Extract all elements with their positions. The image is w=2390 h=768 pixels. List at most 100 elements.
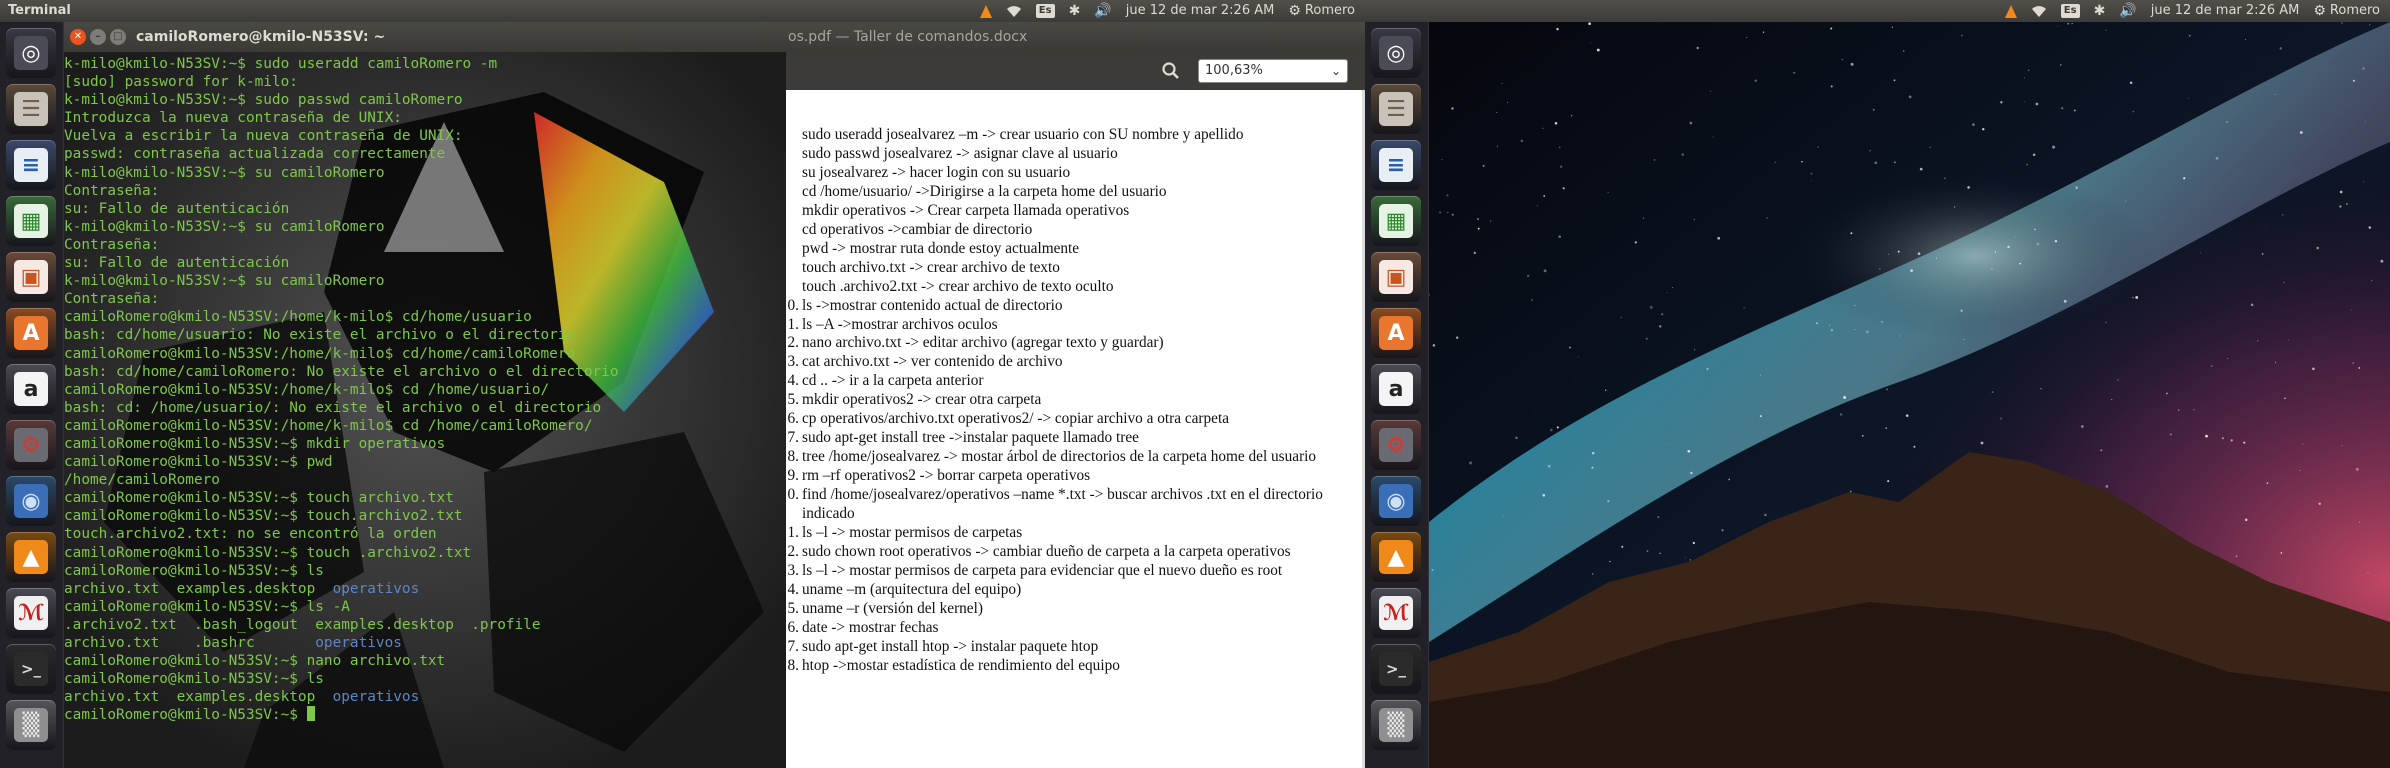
launcher-item-vlc-left[interactable]: ▲ <box>6 532 56 582</box>
terminal-line-text: camiloRomero@kmilo-N53SV:/home/k-milo$ c… <box>64 345 576 362</box>
list-item-text: touch .archivo2.txt -> crear archivo de … <box>802 277 1114 295</box>
vlc-indicator-icon[interactable] <box>979 4 992 18</box>
launcher-item-system-settings-left[interactable]: ⚙ <box>6 420 56 470</box>
terminal-line-text: archivo.txt examples.desktop <box>64 580 333 597</box>
list-item-text: ls ->mostrar contenido actual de directo… <box>802 296 1063 314</box>
shopping-bag-icon: A <box>14 316 48 350</box>
terminal-line-text: .archivo2.txt .bash_logout examples.desk… <box>64 616 541 633</box>
launcher-item-writer-left[interactable]: ≡ <box>6 140 56 190</box>
launcher-item-dash-home-right[interactable]: ◎ <box>1371 28 1421 78</box>
terminal-line: .archivo2.txt .bash_logout examples.desk… <box>64 616 786 634</box>
terminal-line-text: camiloRomero@kmilo-N53SV:~$ ls <box>64 671 324 688</box>
launcher-item-calc-right[interactable]: ▦ <box>1371 196 1421 246</box>
list-item: mkdir operativos -> Crear carpeta llamad… <box>786 202 1362 221</box>
launcher-item-software-center-left[interactable]: A <box>6 308 56 358</box>
launcher-item-writer-right[interactable]: ≡ <box>1371 140 1421 190</box>
launcher-right: ◎ ☰ ≡ ▦ ▣ Aa ⚙ ◉ ▲ ℳ >_ ▒ <box>1365 22 1429 768</box>
list-item-text: sudo apt-get install htop -> instalar pa… <box>802 637 1099 655</box>
document-titlebar[interactable]: os.pdf — Taller de comandos.docx <box>786 22 1365 52</box>
launcher-item-impress-left[interactable]: ▣ <box>6 252 56 302</box>
terminal-line-text: [sudo] password for k-milo: <box>64 74 298 91</box>
terminal-line: passwd: contraseña actualizada correctam… <box>64 145 786 163</box>
launcher-item-files-right[interactable]: ☰ <box>1371 84 1421 134</box>
launcher-item-chromium-right[interactable]: ◉ <box>1371 476 1421 526</box>
launcher-item-files-left[interactable]: ☰ <box>6 84 56 134</box>
bluetooth-icon[interactable]: ✱ <box>1069 0 1081 22</box>
volume-icon[interactable]: 🔊 <box>1094 0 1111 22</box>
list-item: 5uname –r (versión del kernel) <box>786 600 1362 619</box>
gear-wrench-icon: ⚙ <box>14 428 48 462</box>
launcher-item-calc-left[interactable]: ▦ <box>6 196 56 246</box>
launcher-item-dash-home-left[interactable]: ◎ <box>6 28 56 78</box>
directory-name: operativos <box>332 689 420 706</box>
launcher-item-impress-right[interactable]: ▣ <box>1371 252 1421 302</box>
launcher-item-document-viewer-left[interactable]: ℳ <box>6 588 56 638</box>
terminal-line: touch.archivo2.txt: no se encontró la or… <box>64 525 786 543</box>
minimize-button[interactable]: – <box>90 29 106 45</box>
list-item-number: 0 <box>786 297 799 316</box>
terminal-line: bash: cd: /home/usuario/: No existe el a… <box>64 399 786 417</box>
terminal-line: archivo.txt examples.desktop operativos <box>64 580 786 598</box>
keyboard-layout-indicator[interactable]: Es <box>2060 4 2080 18</box>
terminal-line: k-milo@kmilo-N53SV:~$ su camiloRomero <box>64 218 786 236</box>
zoom-value: 100,63% <box>1205 63 1263 78</box>
launcher-item-amazon-right[interactable]: a <box>1371 364 1421 414</box>
list-item: su josealvarez -> hacer login con su usu… <box>786 164 1362 183</box>
launcher-item-terminal-right[interactable]: >_ <box>1371 644 1421 694</box>
terminal-line-text: bash: cd: /home/usuario/: No existe el a… <box>64 399 602 416</box>
launcher-item-trash-left[interactable]: ▒ <box>6 700 56 750</box>
close-button[interactable]: ✕ <box>70 29 86 45</box>
search-icon[interactable] <box>1161 61 1181 81</box>
file-cabinet-icon: ☰ <box>14 92 48 126</box>
list-item-text: cd .. -> ir a la carpeta anterior <box>802 372 984 390</box>
list-item-number: 5 <box>786 391 799 410</box>
bluetooth-icon[interactable]: ✱ <box>2094 0 2106 22</box>
launcher-item-terminal-left[interactable]: >_ <box>6 644 56 694</box>
terminal-line: camiloRomero@kmilo-N53SV:~$ <box>64 706 786 724</box>
terminal-line-text: Introduzca la nueva contraseña de UNIX: <box>64 110 402 127</box>
maximize-button[interactable]: □ <box>110 29 126 45</box>
directory-name: operativos <box>332 580 420 597</box>
terminal-line-text: camiloRomero@kmilo-N53SV:~$ ls <box>64 562 324 579</box>
terminal-line-text: bash: cd/home/camiloRomero: No existe el… <box>64 363 619 380</box>
document-page[interactable]: sudo useradd josealvarez –m -> crear usu… <box>786 90 1362 768</box>
libreoffice-writer-icon: ≡ <box>14 148 48 182</box>
terminal-line-text: camiloRomero@kmilo-N53SV:~$ ls -A <box>64 598 350 615</box>
gear-icon: ⚙ <box>2313 3 2326 19</box>
clock[interactable]: jue 12 de mar 2:26 AM <box>1126 0 1275 22</box>
zoom-select[interactable]: 100,63% ⌄ <box>1198 59 1348 83</box>
list-item-text: cat archivo.txt -> ver contenido de arch… <box>802 353 1063 371</box>
terminal-line: bash: cd/home/camiloRomero: No existe el… <box>64 363 786 381</box>
document-toolbar: 100,63% ⌄ <box>786 52 1365 90</box>
launcher-item-document-viewer-right[interactable]: ℳ <box>1371 588 1421 638</box>
launcher-item-software-center-right[interactable]: A <box>1371 308 1421 358</box>
terminal-line-text: su: Fallo de autenticación <box>64 255 290 272</box>
list-item-text: mkdir operativos -> Crear carpeta llamad… <box>802 201 1130 219</box>
launcher-item-chromium-left[interactable]: ◉ <box>6 476 56 526</box>
clock[interactable]: jue 12 de mar 2:26 AM <box>2151 0 2300 22</box>
scrollbar[interactable] <box>1362 90 1365 768</box>
terminal-line: k-milo@kmilo-N53SV:~$ sudo passwd camilo… <box>64 91 786 109</box>
wifi-icon[interactable] <box>1006 4 1022 18</box>
launcher-item-trash-right[interactable]: ▒ <box>1371 700 1421 750</box>
list-item: 5mkdir operativos2 -> crear otra carpeta <box>786 391 1362 410</box>
launcher-item-amazon-left[interactable]: a <box>6 364 56 414</box>
terminal-line: su: Fallo de autenticación <box>64 200 786 218</box>
terminal-body[interactable]: k-milo@kmilo-N53SV:~$ sudo useradd camil… <box>64 52 786 768</box>
vlc-indicator-icon[interactable] <box>2004 4 2017 18</box>
terminal-line: Vuelva a escribir la nueva contraseña de… <box>64 127 786 145</box>
terminal-line-text: camiloRomero@kmilo-N53SV:~$ touch archiv… <box>64 490 454 507</box>
terminal-line-text: touch.archivo2.txt: no se encontró la or… <box>64 526 437 543</box>
terminal-titlebar[interactable]: ✕ – □ camiloRomero@kmilo-N53SV: ~ <box>64 22 786 52</box>
user-menu[interactable]: ⚙ Romero <box>1288 0 1355 22</box>
launcher-item-vlc-right[interactable]: ▲ <box>1371 532 1421 582</box>
keyboard-layout-indicator[interactable]: Es <box>1035 4 1055 18</box>
indicator-area-right: Es ✱ 🔊 jue 12 de mar 2:26 AM ⚙ Romero <box>2004 0 2380 22</box>
terminal-line: camiloRomero@kmilo-N53SV:~$ touch.archiv… <box>64 507 786 525</box>
user-menu[interactable]: ⚙ Romero <box>2313 0 2380 22</box>
volume-icon[interactable]: 🔊 <box>2119 0 2136 22</box>
wifi-icon[interactable] <box>2031 4 2047 18</box>
libreoffice-impress-icon: ▣ <box>14 260 48 294</box>
launcher-item-system-settings-right[interactable]: ⚙ <box>1371 420 1421 470</box>
terminal-line: bash: cd/home/usuario: No existe el arch… <box>64 326 786 344</box>
